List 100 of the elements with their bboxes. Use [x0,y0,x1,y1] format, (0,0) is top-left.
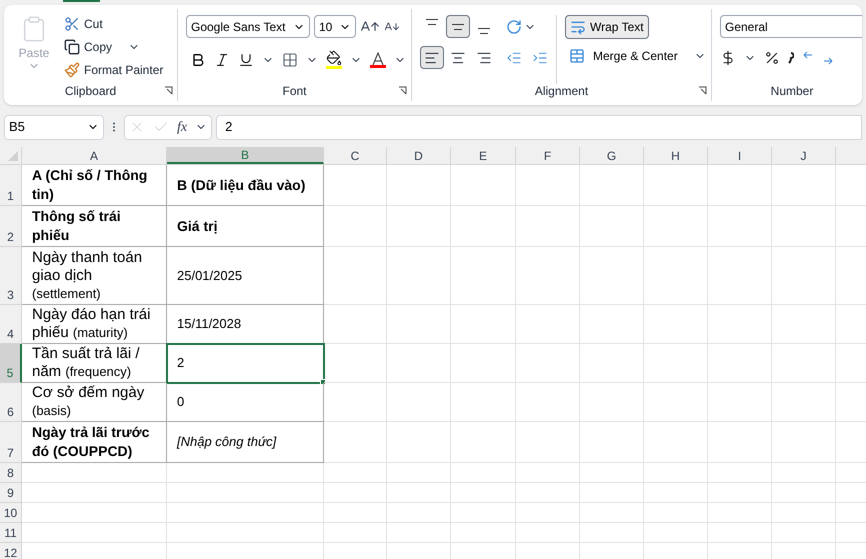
table-cell [387,503,451,523]
align-left-button[interactable] [420,46,444,69]
percent-icon[interactable] [764,50,780,66]
row-header[interactable]: 8 [0,463,22,483]
table-cell [516,422,580,463]
table-cell [516,165,580,206]
merge-cells-icon [569,48,585,64]
table-cell [451,422,516,463]
font-color-icon[interactable] [370,52,386,68]
fill-color-icon[interactable] [326,50,342,69]
column-header[interactable]: F [516,147,580,164]
row-header[interactable]: 7 [0,422,22,463]
table-cell [324,247,387,305]
column-header[interactable]: I [708,147,772,164]
table-cell [644,422,708,463]
name-box[interactable]: B5 [4,114,104,140]
row-header[interactable]: 12 [0,543,22,559]
table-cell [324,463,387,483]
scissors-icon [64,16,80,32]
font-name-dropdown[interactable]: Google Sans Text [186,15,310,38]
format-painter-button[interactable]: Format Painter [64,61,164,79]
table-cell: Ngày thanh toán giao dịch (settlement) [22,247,167,305]
table-cell: Tần suất trả lãi / năm (frequency) [22,344,167,383]
table-cell [644,344,708,383]
table-cell [516,206,580,247]
table-cell [708,463,772,483]
table-cell [451,247,516,305]
table-cell [708,523,772,543]
column-header[interactable]: J [772,147,836,164]
table-cell [387,483,451,503]
column-header[interactable]: C [324,147,387,164]
row-header[interactable]: 10 [0,503,22,523]
table-cell: 0 [167,383,324,422]
table-cell: B (Dữ liệu đầu vào) [167,165,324,206]
number-format-dropdown[interactable]: General [720,15,862,38]
merge-center-button[interactable]: Merge & Center [565,47,682,65]
table-cell [451,344,516,383]
row-header[interactable]: 9 [0,483,22,503]
table-cell [324,165,387,206]
row-header[interactable]: 3 [0,247,22,305]
table-cell [708,503,772,523]
cut-button[interactable]: Cut [64,15,164,33]
table-cell [451,206,516,247]
table-cell [580,463,644,483]
table-cell [324,383,387,422]
underline-icon[interactable] [238,52,254,68]
table-cell [580,422,644,463]
paintbrush-icon [64,62,80,78]
table-cell [708,165,772,206]
column-header[interactable]: D [387,147,451,164]
font-size-dropdown[interactable]: 10 [314,15,356,38]
insert-function-button[interactable]: fx [177,116,188,138]
row-header[interactable]: 5 [0,344,22,383]
row-header[interactable]: 2 [0,206,22,247]
dialog-launcher-icon[interactable] [164,86,173,95]
row-header[interactable]: 4 [0,305,22,344]
table-cell [516,383,580,422]
orientation-icon[interactable] [506,18,522,34]
table-cell [451,383,516,422]
copy-icon [64,39,80,55]
wrap-text-button[interactable]: Wrap Text [565,15,649,39]
table-cell: 25/01/2025 [167,247,324,305]
row-header[interactable]: 11 [0,523,22,543]
table-cell [580,503,644,523]
column-header[interactable]: G [580,147,644,164]
table-cell [644,503,708,523]
align-lines-icon [478,28,490,34]
italic-icon[interactable] [214,52,230,68]
column-header[interactable]: B [167,147,324,164]
table-cell [387,305,451,344]
table-cell: A (Chỉ số / Thông tin) [22,165,167,206]
borders-icon[interactable] [282,52,298,68]
table-cell [324,483,387,503]
table-cell [324,523,387,543]
wrap-text-icon [570,19,586,35]
table-cell [387,383,451,422]
table-cell [387,523,451,543]
table-cell [387,165,451,206]
table-cell [516,503,580,523]
table-cell: 15/11/2028 [167,305,324,344]
row-header[interactable]: 1 [0,165,22,206]
column-header[interactable]: H [644,147,708,164]
table-cell [451,165,516,206]
row-header[interactable]: 6 [0,383,22,422]
dialog-launcher-icon[interactable] [398,86,407,95]
table-cell [387,206,451,247]
table-cell [580,247,644,305]
column-header[interactable]: E [451,147,516,164]
table-cell [324,344,387,383]
table-cell [644,463,708,483]
dialog-launcher-icon[interactable] [698,86,707,95]
table-cell: Thông số trái phiếu [22,206,167,247]
copy-button[interactable]: Copy [64,38,112,56]
table-cell: Giá trị [167,206,324,247]
table-cell [580,305,644,344]
comma-icon[interactable] [788,52,794,64]
table-cell [708,383,772,422]
middle-align-button[interactable] [446,15,470,38]
table-cell [387,344,451,383]
formula-input[interactable]: 2 [216,114,862,140]
